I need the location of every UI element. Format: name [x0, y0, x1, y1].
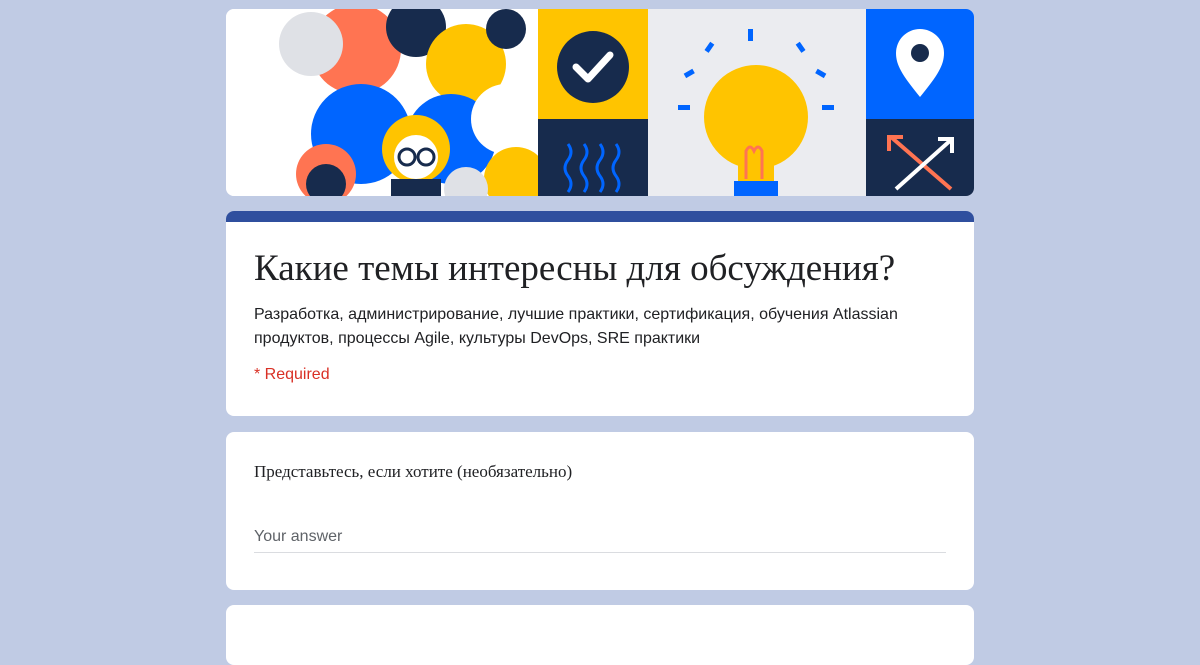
question-card: Представьтесь, если хотите (необязательн… — [226, 432, 974, 590]
question-label: Представьтесь, если хотите (необязательн… — [254, 462, 573, 481]
header-banner — [226, 9, 974, 196]
accent-bar — [226, 211, 974, 222]
banner-illustration — [226, 9, 974, 196]
form-description: Разработка, администрирование, лучшие пр… — [254, 306, 898, 347]
next-question-card — [226, 605, 974, 665]
lightbulb-icon — [648, 9, 866, 196]
form-title: Какие темы интересны для обсуждения? — [254, 248, 896, 289]
waves-pattern — [538, 119, 648, 196]
answer-input[interactable] — [254, 522, 946, 553]
required-note: * Required — [254, 366, 330, 383]
map-pin-icon — [866, 9, 974, 119]
arrows-icon — [866, 119, 974, 196]
form-header-card: Какие темы интересны для обсуждения? Раз… — [226, 211, 974, 416]
people-illustration — [226, 9, 548, 196]
check-icon — [538, 9, 648, 119]
